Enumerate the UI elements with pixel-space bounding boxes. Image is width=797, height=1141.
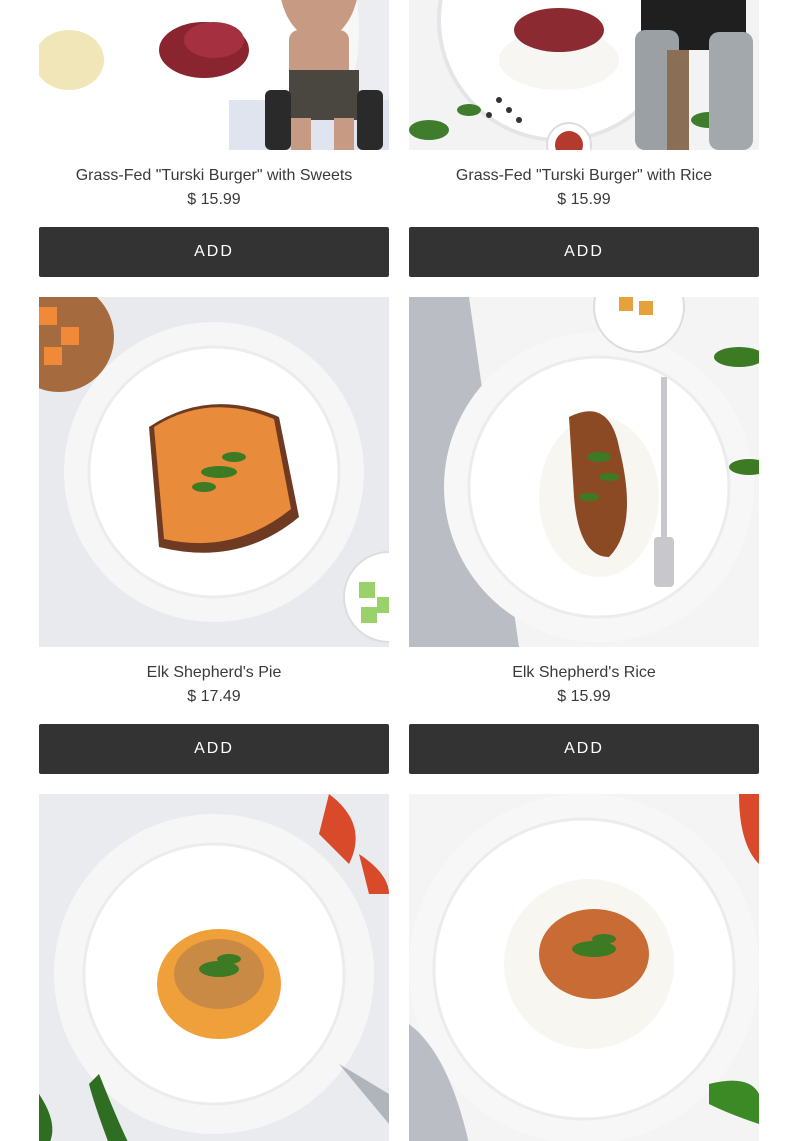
product-card [409,794,759,1141]
product-image-chicken-sweet-potato[interactable] [39,794,389,1141]
product-price: $ 17.49 [187,688,241,705]
product-title[interactable]: Elk Shepherd's Pie [39,663,389,683]
product-price: $ 15.99 [557,191,611,208]
add-to-cart-button[interactable]: ADD [409,724,759,774]
product-image-shepherds-pie[interactable] [39,297,389,647]
product-card: Grass-Fed "Turski Burger" with Sweets $ … [39,0,389,277]
product-price: $ 15.99 [557,688,611,705]
product-image-shepherds-rice[interactable] [409,297,759,647]
product-image-chicken-rice[interactable] [409,794,759,1141]
product-card: Elk Shepherd's Rice $ 15.99 ADD [409,297,759,774]
add-to-cart-button[interactable]: ADD [409,227,759,277]
add-to-cart-button[interactable]: ADD [39,227,389,277]
product-image-burger-sweets[interactable] [39,0,389,150]
product-image-burger-rice[interactable] [409,0,759,150]
product-card [39,794,389,1141]
product-title[interactable]: Grass-Fed "Turski Burger" with Sweets [39,166,389,186]
product-title[interactable]: Grass-Fed "Turski Burger" with Rice [409,166,759,186]
product-card: Elk Shepherd's Pie $ 17.49 ADD [39,297,389,774]
product-card: Grass-Fed "Turski Burger" with Rice $ 15… [409,0,759,277]
product-grid: Grass-Fed "Turski Burger" with Sweets $ … [0,0,797,1141]
product-title[interactable]: Elk Shepherd's Rice [409,663,759,683]
add-to-cart-button[interactable]: ADD [39,724,389,774]
product-price: $ 15.99 [187,191,241,208]
